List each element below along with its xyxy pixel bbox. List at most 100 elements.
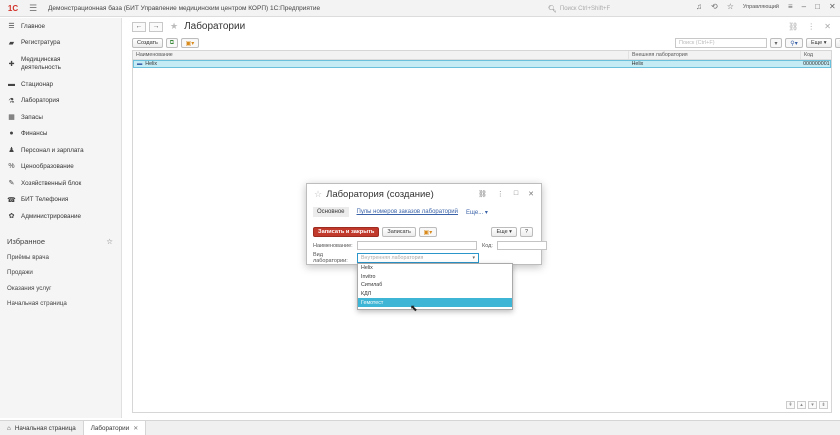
sidebar-item-label: БИТ Телефония [21, 196, 69, 204]
link-icon[interactable]: ⛓ [788, 22, 798, 31]
chevron-down-icon: ▾ [822, 40, 827, 46]
close-icon[interactable]: ✕ [528, 190, 534, 198]
user-name[interactable]: Управляющий [743, 4, 779, 10]
dialog-more-button[interactable]: Еще ▾ [491, 227, 517, 237]
dialog-help-button[interactable]: ? [519, 227, 533, 237]
dialog-star-icon[interactable]: ☆ [314, 189, 322, 200]
save-and-close-button[interactable]: Записать и закрыть [313, 227, 380, 237]
help-button[interactable]: ? [834, 38, 840, 48]
sidebar-item-telephony[interactable]: ☎ БИТ Телефония [0, 192, 121, 209]
menu-icon[interactable]: ☰ [26, 3, 40, 14]
sidebar-item-finance[interactable]: ● Финансы [0, 126, 121, 143]
dropdown-option[interactable]: КДЛ [358, 290, 512, 299]
search-clear-button[interactable]: ▾ [770, 38, 782, 48]
history-icon[interactable]: ⟲ [711, 2, 718, 11]
maximize-icon[interactable]: □ [815, 2, 820, 11]
tab-number-pools[interactable]: Пулы номеров заказов лабораторий [357, 209, 459, 215]
title-bar: 1С ☰ Демонстрационная база (БИТ Управлен… [0, 0, 840, 17]
sidebar-item-medical[interactable]: ✚ Медицинская деятельность [0, 51, 121, 76]
column-header-code[interactable]: Код [801, 51, 831, 59]
column-header-name[interactable]: Наименование [133, 51, 629, 59]
scroll-last-icon[interactable]: ⇟ [819, 401, 828, 409]
sidebar-item-stock[interactable]: ▦ Запасы [0, 109, 121, 126]
print-menu-button[interactable]: ▣▾ [418, 227, 437, 237]
lab-type-select[interactable]: Внутренняя лаборатория ▾ [357, 253, 479, 263]
name-label: Наименование: [313, 242, 353, 249]
scroll-up-icon[interactable]: ▴ [797, 401, 806, 409]
wrench-icon: ✎ [8, 180, 15, 188]
maximize-icon[interactable]: □ [514, 190, 518, 198]
name-field[interactable] [357, 241, 477, 250]
close-tab-icon[interactable]: ✕ [133, 425, 138, 432]
chevron-down-icon[interactable]: ▾ [472, 255, 475, 261]
sidebar-item-label: Лаборатория [21, 97, 60, 105]
favorites-star-icon[interactable]: ☆ [727, 2, 734, 11]
tab-more[interactable]: Еще... ▾ [466, 209, 488, 216]
add-copy-button[interactable]: ⧉ [165, 38, 178, 48]
sidebar-item-main[interactable]: ☰ Главное [0, 18, 121, 35]
print-menu-button[interactable]: ▣▾ [180, 38, 199, 48]
sidebar-item-hospital[interactable]: ▬ Стационар [0, 76, 121, 93]
bottom-tab-labs[interactable]: Лаборатории ✕ [83, 420, 147, 435]
column-header-external[interactable]: Внешняя лаборатория [629, 51, 801, 59]
favorite-item[interactable]: Приёмы врача [0, 250, 121, 266]
back-button[interactable]: ← [132, 21, 146, 32]
favorite-item[interactable]: Продажи [0, 265, 121, 281]
type-label: Вид лаборатории: [313, 252, 348, 264]
dropdown-option[interactable]: Helix [358, 264, 512, 273]
cell-external: Helix [631, 61, 644, 67]
star-outline-icon[interactable]: ☆ [106, 237, 113, 246]
create-lab-dialog: ☆ Лаборатория (создание) ⛓ ⋮ □ ✕ Основно… [306, 183, 547, 265]
forward-button[interactable]: → [149, 21, 163, 32]
table-row[interactable]: ▬ Helix Helix 000000001 [133, 60, 831, 68]
dropdown-option-selected[interactable]: Гемотест [358, 298, 512, 307]
favorites-title: Избранное [7, 236, 46, 246]
global-search[interactable]: 🔍︎ Поиск Ctrl+Shift+F [548, 3, 640, 14]
tab-main[interactable]: Основное [313, 207, 349, 217]
favorite-star-icon[interactable]: ★ [170, 21, 178, 32]
scroll-first-icon[interactable]: ⇞ [786, 401, 795, 409]
list-search-input[interactable]: Поиск (Ctrl+F) [675, 38, 767, 48]
chevron-down-icon: ▾ [774, 40, 778, 47]
search-icon: 🔍︎ [548, 5, 557, 13]
sidebar-item-staff[interactable]: ♟ Персонал и зарплата [0, 142, 121, 159]
favorite-item[interactable]: Начальная страница [0, 296, 121, 312]
sidebar: ☰ Главное ▰ Регистратура ✚ Медицинская деят… [0, 18, 122, 418]
row-icon: ▬ [137, 61, 143, 67]
sidebar-item-laboratory[interactable]: ⚗ Лаборатория [0, 93, 121, 110]
sidebar-item-label: Хозяйственный блок [21, 179, 82, 187]
link-icon[interactable]: ⛓ [478, 190, 487, 198]
medical-icon: ✚ [8, 60, 15, 68]
more-label: Еще [496, 229, 508, 235]
settings-menu-icon[interactable]: ≡ [788, 2, 793, 11]
dropdown-option[interactable]: Invitro [358, 273, 512, 282]
code-field[interactable] [497, 241, 547, 250]
minimize-icon[interactable]: – [802, 2, 806, 11]
dropdown-option[interactable]: Ситилаб [358, 281, 512, 290]
scroll-down-icon[interactable]: ▾ [808, 401, 817, 409]
sidebar-item-pricing[interactable]: % Ценообразование [0, 159, 121, 176]
save-button[interactable]: Записать [382, 227, 416, 237]
close-icon[interactable]: ✕ [829, 2, 836, 11]
arrow-right-icon: → [152, 23, 160, 30]
microscope-icon: ⚗ [8, 97, 15, 105]
more-button[interactable]: Еще ▾ [806, 38, 832, 48]
more-vertical-icon[interactable]: ⋮ [497, 190, 504, 198]
bottom-tab-label: Начальная страница [14, 424, 76, 432]
favorite-item[interactable]: Оказания услуг [0, 281, 121, 297]
sidebar-item-registry[interactable]: ▰ Регистратура [0, 35, 121, 52]
tab-more-label: Еще... [466, 209, 484, 216]
sidebar-item-maintenance[interactable]: ✎ Хозяйственный блок [0, 175, 121, 192]
sidebar-item-admin[interactable]: ✿ Администрирование [0, 208, 121, 225]
lab-type-placeholder: Внутренняя лаборатория [361, 255, 424, 261]
cell-name: Helix [145, 61, 158, 67]
search-button[interactable]: ⚲▾ [785, 38, 803, 48]
sidebar-item-label: Запасы [21, 113, 43, 121]
more-vertical-icon[interactable]: ⋮ [807, 22, 815, 31]
bell-icon[interactable]: ♫ [696, 2, 702, 11]
close-form-icon[interactable]: ✕ [824, 22, 831, 31]
bottom-tab-home[interactable]: ⌂ Начальная страница [0, 420, 84, 435]
print-icon: ▣▾ [423, 229, 433, 236]
create-button[interactable]: Создать [132, 38, 163, 48]
sidebar-item-label: Ценообразование [21, 163, 74, 171]
